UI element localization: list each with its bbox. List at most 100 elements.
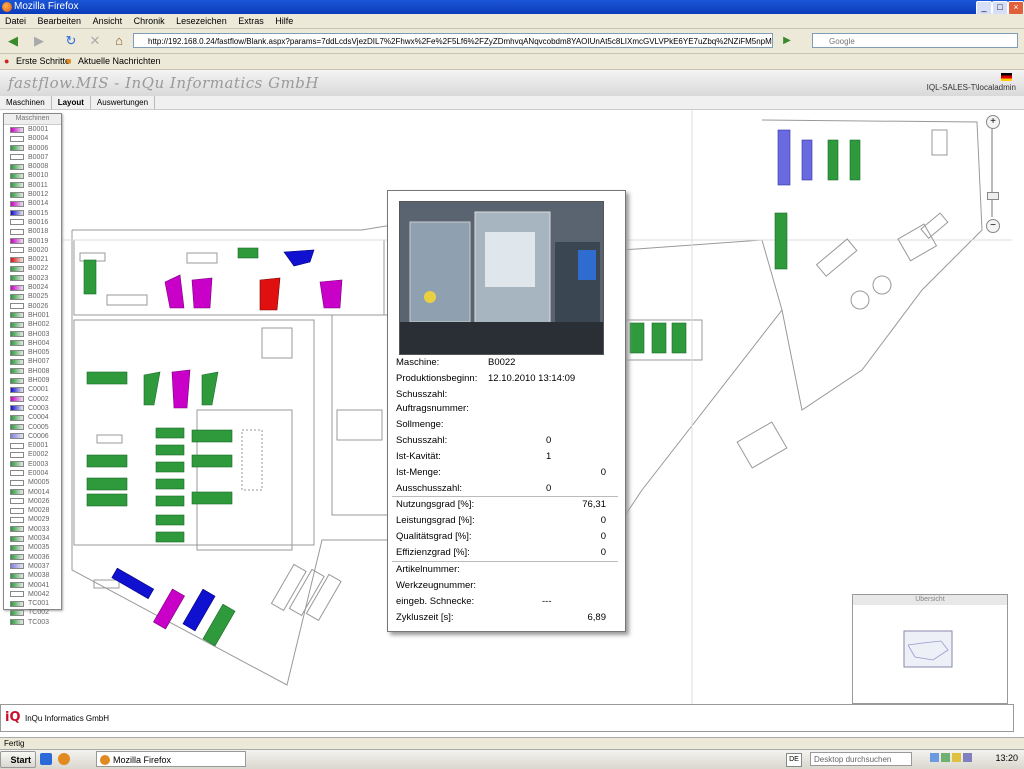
machine-b0008[interactable] [86, 371, 128, 385]
bookmark-erste-schritte[interactable]: Erste Schritte [16, 54, 70, 69]
start-button[interactable]: Start [0, 751, 36, 768]
machine-bh008[interactable] [155, 531, 185, 543]
zoom-in-icon[interactable]: + [986, 115, 1000, 129]
machine-list-item[interactable]: B0026 [4, 302, 61, 311]
machine-bh007[interactable] [155, 514, 185, 526]
machine-b0015[interactable] [283, 249, 315, 267]
machine-b0022[interactable] [191, 429, 233, 443]
machine-b0024[interactable] [171, 369, 191, 409]
machine-list-item[interactable]: BH001 [4, 311, 61, 320]
machine-m0037[interactable] [801, 139, 813, 181]
machine-list-item[interactable]: B0007 [4, 153, 61, 162]
machine-list-item[interactable]: M0036 [4, 553, 61, 562]
machine-list-item[interactable]: B0024 [4, 283, 61, 292]
machine-list-item[interactable]: B0004 [4, 134, 61, 143]
machine-m0036[interactable] [849, 139, 861, 181]
machine-list-item[interactable]: BH004 [4, 339, 61, 348]
german-flag-icon[interactable] [1001, 73, 1012, 81]
machine-list-item[interactable]: BH005 [4, 348, 61, 357]
machine-list-item[interactable]: M0029 [4, 515, 61, 524]
machine-list-item[interactable]: B0001 [4, 125, 61, 134]
menu-hilfe[interactable]: Hilfe [275, 16, 293, 26]
machine-list-item[interactable]: B0012 [4, 190, 61, 199]
overview-panel[interactable]: Übersicht [852, 594, 1008, 704]
language-indicator[interactable]: DE [786, 753, 802, 767]
app-menu-auswertungen[interactable]: Auswertungen [91, 96, 156, 109]
machine-list-item[interactable]: BH008 [4, 367, 61, 376]
machine-list-item[interactable]: B0020 [4, 246, 61, 255]
machine-list-item[interactable]: M0042 [4, 590, 61, 599]
machine-list-item[interactable]: M0033 [4, 525, 61, 534]
menu-chronik[interactable]: Chronik [134, 16, 165, 26]
machine-list-item[interactable]: BH009 [4, 376, 61, 385]
machine-list-item[interactable]: B0025 [4, 292, 61, 301]
machine-list-item[interactable]: M0014 [4, 488, 61, 497]
menu-bearbeiten[interactable]: Bearbeiten [38, 16, 82, 26]
forward-icon[interactable]: ▶ [30, 32, 48, 50]
maximize-button[interactable]: □ [992, 1, 1008, 15]
go-icon[interactable]: ▶ [778, 32, 796, 50]
machine-c0005[interactable] [201, 371, 219, 406]
machine-list-item[interactable]: M0041 [4, 581, 61, 590]
zoom-slider-track[interactable] [991, 129, 993, 217]
machine-b0025[interactable] [191, 491, 233, 505]
ie-icon[interactable] [40, 753, 52, 765]
search-input[interactable]: Google [812, 33, 1018, 48]
reload-icon[interactable]: ↻ [62, 32, 80, 50]
machine-list-item[interactable]: C0006 [4, 432, 61, 441]
machine-list-item[interactable]: TC003 [4, 618, 61, 627]
machine-b0021[interactable] [259, 277, 281, 311]
machine-b0006[interactable] [83, 259, 97, 295]
menu-ansicht[interactable]: Ansicht [93, 16, 123, 26]
machine-list-item[interactable]: M0038 [4, 571, 61, 580]
machine-list-item[interactable]: B0021 [4, 255, 61, 264]
machine-b0001[interactable] [164, 274, 185, 309]
machine-list-item[interactable]: M0005 [4, 478, 61, 487]
machine-list-item[interactable]: B0008 [4, 162, 61, 171]
machine-list-item[interactable]: C0002 [4, 395, 61, 404]
machine-list-item[interactable]: B0018 [4, 227, 61, 236]
machine-list-item[interactable]: E0004 [4, 469, 61, 478]
machine-list-item[interactable]: B0023 [4, 274, 61, 283]
machine-list-item[interactable]: B0006 [4, 144, 61, 153]
machine-list-item[interactable]: B0014 [4, 199, 61, 208]
machine-list-item[interactable]: B0015 [4, 209, 61, 218]
machine-list-item[interactable]: C0004 [4, 413, 61, 422]
taskbar-firefox-button[interactable]: Mozilla Firefox [96, 751, 246, 767]
machine-list-item[interactable]: C0003 [4, 404, 61, 413]
home-icon[interactable]: ⌂ [110, 32, 128, 50]
machine-list-item[interactable]: BH007 [4, 357, 61, 366]
machine-m0035[interactable] [671, 322, 687, 354]
overview-minimap[interactable] [853, 605, 1007, 701]
machine-list-item[interactable]: B0019 [4, 237, 61, 246]
machine-list-item[interactable]: TC001 [4, 599, 61, 608]
machine-list-item[interactable]: C0001 [4, 385, 61, 394]
machine-list-item[interactable]: B0010 [4, 171, 61, 180]
machine-b0023[interactable] [191, 454, 233, 468]
stop-icon[interactable]: ✕ [86, 32, 104, 50]
minimize-button[interactable]: _ [976, 1, 992, 15]
machine-list-item[interactable]: E0001 [4, 441, 61, 450]
machine-list-item[interactable]: B0011 [4, 181, 61, 190]
menu-datei[interactable]: Datei [5, 16, 26, 26]
machine-list-item[interactable]: BH003 [4, 330, 61, 339]
machine-list-item[interactable]: TC002 [4, 608, 61, 617]
desktop-search-input[interactable]: Desktop durchsuchen [810, 752, 912, 766]
menu-extras[interactable]: Extras [238, 16, 264, 26]
machine-list-item[interactable]: C0005 [4, 423, 61, 432]
machine-list-item[interactable]: M0034 [4, 534, 61, 543]
machine-b0012[interactable] [86, 493, 128, 507]
close-button[interactable]: × [1008, 1, 1024, 15]
machine-bh003[interactable] [155, 461, 185, 473]
machine-m0038[interactable] [827, 139, 839, 181]
firefox-quicklaunch-icon[interactable] [58, 753, 70, 765]
machine-bh005[interactable] [155, 495, 185, 507]
machine-c0002[interactable] [153, 588, 185, 630]
bookmark-aktuelle-nachrichten[interactable]: Aktuelle Nachrichten [78, 54, 161, 69]
machine-b0014[interactable] [191, 277, 213, 309]
zoom-slider-handle[interactable] [987, 192, 999, 200]
machine-bh004[interactable] [155, 478, 185, 490]
machine-bh002[interactable] [155, 444, 185, 456]
zoom-out-icon[interactable]: − [986, 219, 1000, 233]
machine-list-item[interactable]: BH002 [4, 320, 61, 329]
